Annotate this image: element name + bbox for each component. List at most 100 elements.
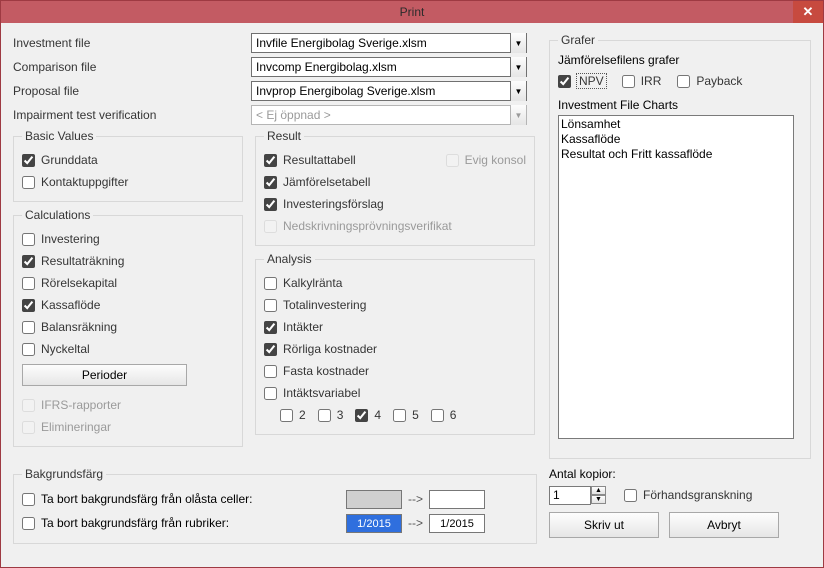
calculations-legend: Calculations	[22, 208, 93, 222]
chk-kassaflode[interactable]	[22, 299, 35, 312]
lbl-evig-konsol: Evig konsol	[465, 153, 526, 167]
chk-n3[interactable]	[318, 409, 331, 422]
chevron-down-icon[interactable]: ▼	[510, 57, 526, 77]
lbl-intaktsvariabel: Intäktsvariabel	[283, 386, 360, 400]
swatch-blue: 1/2015	[346, 514, 402, 533]
chk-resultatrakning[interactable]	[22, 255, 35, 268]
chk-rorelsekapital[interactable]	[22, 277, 35, 290]
lbl-balansrakning: Balansräkning	[41, 320, 117, 334]
comparison-file-combo[interactable]: Invcomp Energibolag.xlsm ▼	[251, 57, 527, 77]
perioder-button[interactable]: Perioder	[22, 364, 187, 386]
swatch-gray	[346, 490, 402, 509]
chk-n6[interactable]	[431, 409, 444, 422]
proposal-file-combo[interactable]: Invprop Energibolag Sverige.xlsm ▼	[251, 81, 527, 101]
chk-investeringsforslag[interactable]	[264, 198, 277, 211]
list-item[interactable]: Resultat och Fritt kassaflöde	[561, 147, 791, 162]
lbl-kontaktuppgifter: Kontaktuppgifter	[41, 175, 128, 189]
chk-irr[interactable]	[622, 75, 635, 88]
lbl-kalkylranta: Kalkylränta	[283, 276, 342, 290]
chk-resultattabell[interactable]	[264, 154, 277, 167]
chk-fasta[interactable]	[264, 365, 277, 378]
chk-totalinvestering[interactable]	[264, 299, 277, 312]
bakgrundsfarg-legend: Bakgrundsfärg	[22, 467, 106, 481]
lbl-resultattabell: Resultattabell	[283, 153, 356, 167]
lbl-payback: Payback	[696, 74, 742, 88]
skriv-ut-button[interactable]: Skriv ut	[549, 512, 659, 538]
window-title: Print	[400, 5, 425, 19]
impairment-value: < Ej öppnad >	[256, 108, 331, 122]
chevron-down-icon[interactable]: ▼	[510, 81, 526, 101]
chk-rorliga[interactable]	[264, 343, 277, 356]
lbl-fasta: Fasta kostnader	[283, 364, 369, 378]
titlebar: Print ✕	[1, 1, 823, 23]
chevron-down-icon[interactable]: ▼	[510, 33, 526, 53]
analysis-legend: Analysis	[264, 252, 315, 266]
calculations-group: Calculations Investering Resultaträkning…	[13, 208, 243, 447]
basic-values-group: Basic Values Grunddata Kontaktuppgifter	[13, 129, 243, 202]
chk-rubriker[interactable]	[22, 517, 35, 530]
chk-nedskrivning	[264, 220, 277, 233]
chk-preview[interactable]	[624, 489, 637, 502]
chk-payback[interactable]	[677, 75, 690, 88]
lbl-olasta: Ta bort bakgrundsfärg från olåsta celler…	[41, 492, 252, 506]
chk-evig-konsol	[446, 154, 459, 167]
lbl-nyckeltal: Nyckeltal	[41, 342, 90, 356]
copies-label: Antal kopior:	[549, 467, 811, 481]
lbl-npv: NPV	[577, 74, 606, 88]
comparison-file-value: Invcomp Energibolag.xlsm	[256, 60, 397, 74]
investment-file-label: Investment file	[13, 36, 251, 50]
lbl-n5: 5	[412, 408, 419, 422]
chk-investering[interactable]	[22, 233, 35, 246]
chk-balansrakning[interactable]	[22, 321, 35, 334]
lbl-elimineringar: Elimineringar	[41, 420, 111, 434]
lbl-rubriker: Ta bort bakgrundsfärg från rubriker:	[41, 516, 229, 530]
chevron-down-icon: ▼	[510, 105, 526, 125]
chk-ifrs	[22, 399, 35, 412]
lbl-investeringsforslag: Investeringsförslag	[283, 197, 384, 211]
list-item[interactable]: Kassaflöde	[561, 132, 791, 147]
lbl-resultatrakning: Resultaträkning	[41, 254, 124, 268]
chk-intakter[interactable]	[264, 321, 277, 334]
spin-up-icon[interactable]: ▲	[591, 486, 606, 495]
jamforelse-label: Jämförelsefilens grafer	[558, 53, 802, 67]
chk-elimineringar	[22, 421, 35, 434]
investment-file-combo[interactable]: Invfile Energibolag Sverige.xlsm ▼	[251, 33, 527, 53]
list-item[interactable]: Lönsamhet	[561, 117, 791, 132]
lbl-ifrs: IFRS-rapporter	[41, 398, 121, 412]
chk-n2[interactable]	[280, 409, 293, 422]
grafer-group: Grafer Jämförelsefilens grafer NPV IRR P…	[549, 33, 811, 459]
chk-n5[interactable]	[393, 409, 406, 422]
lbl-investering: Investering	[41, 232, 100, 246]
lbl-nedskrivning: Nedskrivningsprövningsverifikat	[283, 219, 452, 233]
lbl-irr: IRR	[641, 74, 662, 88]
swatch-white-date: 1/2015	[429, 514, 485, 533]
chk-npv[interactable]	[558, 75, 571, 88]
lbl-preview: Förhandsgranskning	[643, 488, 752, 502]
chk-kontaktuppgifter[interactable]	[22, 176, 35, 189]
copies-input[interactable]	[549, 486, 591, 505]
arrow-icon: -->	[408, 492, 423, 506]
charts-listbox[interactable]: Lönsamhet Kassaflöde Resultat och Fritt …	[558, 115, 794, 439]
lbl-n2: 2	[299, 408, 306, 422]
chk-olasta[interactable]	[22, 493, 35, 506]
avbryt-button[interactable]: Avbryt	[669, 512, 779, 538]
copies-spin[interactable]: ▲ ▼	[549, 486, 606, 505]
spin-down-icon[interactable]: ▼	[591, 495, 606, 504]
chk-jamforelsetabell[interactable]	[264, 176, 277, 189]
chk-grunddata[interactable]	[22, 154, 35, 167]
result-legend: Result	[264, 129, 304, 143]
chk-nyckeltal[interactable]	[22, 343, 35, 356]
lbl-n6: 6	[450, 408, 457, 422]
chk-kalkylranta[interactable]	[264, 277, 277, 290]
close-button[interactable]: ✕	[793, 1, 823, 23]
lbl-rorliga: Rörliga kostnader	[283, 342, 377, 356]
chk-n4[interactable]	[355, 409, 368, 422]
lbl-grunddata: Grunddata	[41, 153, 98, 167]
lbl-rorelsekapital: Rörelsekapital	[41, 276, 117, 290]
chk-intaktsvariabel[interactable]	[264, 387, 277, 400]
investment-file-value: Invfile Energibolag Sverige.xlsm	[256, 36, 427, 50]
comparison-file-label: Comparison file	[13, 60, 251, 74]
bakgrundsfarg-group: Bakgrundsfärg Ta bort bakgrundsfärg från…	[13, 467, 537, 544]
lbl-jamforelsetabell: Jämförelsetabell	[283, 175, 370, 189]
proposal-file-label: Proposal file	[13, 84, 251, 98]
